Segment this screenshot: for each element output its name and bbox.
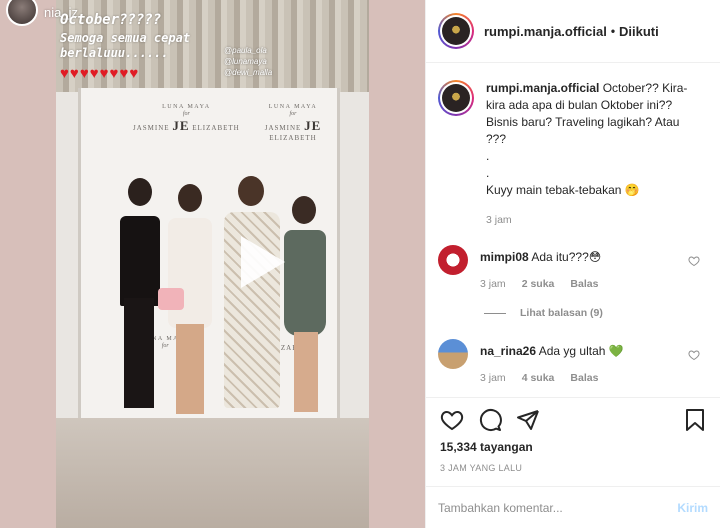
save-button[interactable] bbox=[684, 408, 706, 432]
brand-for-text: for bbox=[182, 111, 190, 118]
post-media[interactable]: LUNA MAYA for JASMINE JE ELIZABETH LUNA … bbox=[0, 0, 425, 528]
caption-line: . bbox=[486, 166, 490, 180]
comment-input[interactable] bbox=[438, 500, 678, 515]
post-header: rumpi.manja.official • Diikuti bbox=[426, 0, 720, 63]
follow-state-button[interactable]: Diikuti bbox=[619, 24, 659, 39]
commenter-avatar[interactable] bbox=[438, 339, 468, 369]
post-caption: rumpi.manja.official October?? Kira-kira… bbox=[426, 64, 720, 229]
red-heart-icon: ♥ bbox=[60, 65, 69, 82]
brand-for-text: for bbox=[289, 111, 297, 118]
red-heart-icon: ♥ bbox=[119, 65, 129, 82]
brand-bottom2-text: ELIZABETH bbox=[269, 133, 317, 142]
comments-list[interactable]: rumpi.manja.official October?? Kira-kira… bbox=[426, 64, 720, 397]
story-avatar bbox=[6, 0, 38, 26]
post-actions: 15,334 tayangan 3 JAM YANG LALU bbox=[426, 397, 720, 473]
story-line-2: Semoga semua cepat berlaluuu...... bbox=[60, 31, 191, 60]
brand-bottom-text: JASMINE bbox=[133, 124, 170, 133]
brand-monogram: JE bbox=[304, 118, 322, 134]
send-icon bbox=[517, 410, 539, 430]
story-tag: @paula_ola bbox=[224, 46, 267, 55]
reply-button[interactable]: Balas bbox=[570, 276, 598, 293]
comment-text: Ada itu???😳 bbox=[531, 250, 602, 264]
brand-bottom2-text: ELIZABETH bbox=[192, 124, 240, 133]
brand-logo: LUNA MAYA for JASMINE JE ELIZABETH bbox=[133, 104, 240, 134]
story-tag: @dewi_malla bbox=[224, 67, 273, 77]
comment-likes[interactable]: 4 suka bbox=[522, 370, 555, 387]
post-comment-button[interactable]: Kirim bbox=[677, 501, 708, 515]
header-separator: • bbox=[610, 24, 616, 38]
like-button[interactable] bbox=[440, 408, 464, 432]
share-button[interactable] bbox=[516, 408, 540, 432]
view-replies-button[interactable]: Lihat balasan (9) bbox=[484, 307, 720, 319]
hearts-row: ♥ ♥ ♥ ♥ ♥ ♥ ♥ ♥ bbox=[60, 66, 138, 81]
comment-composer: Kirim bbox=[426, 486, 720, 528]
bookmark-icon bbox=[686, 409, 704, 431]
comment-likes[interactable]: 2 suka bbox=[522, 276, 555, 293]
heart-icon bbox=[440, 410, 464, 431]
comment-item: na_rina26 Ada yg ultah 💚 3 jam 4 suka Ba… bbox=[426, 339, 720, 387]
comment-username[interactable]: mimpi08 bbox=[480, 250, 529, 264]
caption-username[interactable]: rumpi.manja.official bbox=[486, 81, 599, 95]
brand-bottom-text: JASMINE bbox=[264, 124, 302, 133]
red-heart-icon: ♥ bbox=[109, 65, 119, 82]
heart-outline-icon[interactable] bbox=[688, 349, 700, 361]
comment-username[interactable]: na_rina26 bbox=[480, 344, 536, 358]
red-heart-icon: ♥ bbox=[89, 65, 99, 82]
author-username-link[interactable]: rumpi.manja.official bbox=[484, 24, 607, 39]
author-avatar[interactable] bbox=[438, 13, 474, 49]
comment-text: Ada yg ultah 💚 bbox=[538, 344, 624, 358]
floor bbox=[56, 418, 369, 528]
author-avatar[interactable] bbox=[438, 80, 474, 116]
brand-logo: LUNA MAYA for JASMINE JE ELIZABETH bbox=[249, 104, 337, 142]
story-tags: @paula_ola @lunamaya @dewi_malla bbox=[224, 46, 272, 78]
commenter-avatar[interactable] bbox=[438, 245, 468, 275]
post-timestamp[interactable]: 3 JAM YANG LALU bbox=[440, 463, 706, 473]
caption-line: Kuyy main tebak-tebakan 🤭 bbox=[486, 183, 640, 197]
post-side-panel: rumpi.manja.official • Diikuti rumpi.man… bbox=[425, 0, 720, 528]
red-heart-icon: ♥ bbox=[99, 65, 109, 82]
comment-button[interactable] bbox=[478, 408, 502, 432]
view-replies-label: Lihat balasan (9) bbox=[520, 307, 603, 319]
comment-bubble-icon bbox=[479, 409, 502, 431]
story-line-1: October????? bbox=[60, 12, 162, 28]
caption-line: . bbox=[486, 149, 490, 163]
red-heart-icon: ♥ bbox=[69, 65, 79, 82]
comment-time[interactable]: 3 jam bbox=[480, 370, 506, 387]
red-heart-icon: ♥ bbox=[79, 65, 89, 82]
views-count[interactable]: 15,334 tayangan bbox=[440, 440, 706, 454]
story-tag: @lunamaya bbox=[224, 56, 267, 66]
replies-line bbox=[484, 312, 506, 314]
red-heart-icon: ♥ bbox=[129, 65, 139, 82]
brand-monogram: JE bbox=[172, 118, 190, 134]
reply-button[interactable]: Balas bbox=[570, 370, 598, 387]
comment-item: mimpi08 Ada itu???😳 3 jam 2 suka Balas bbox=[426, 245, 720, 293]
heart-outline-icon[interactable] bbox=[688, 255, 700, 267]
caption-time[interactable]: 3 jam bbox=[486, 212, 512, 229]
comment-time[interactable]: 3 jam bbox=[480, 276, 506, 293]
play-icon[interactable] bbox=[241, 236, 285, 288]
story-text: October????? Semoga semua cepat berlaluu… bbox=[60, 12, 250, 61]
